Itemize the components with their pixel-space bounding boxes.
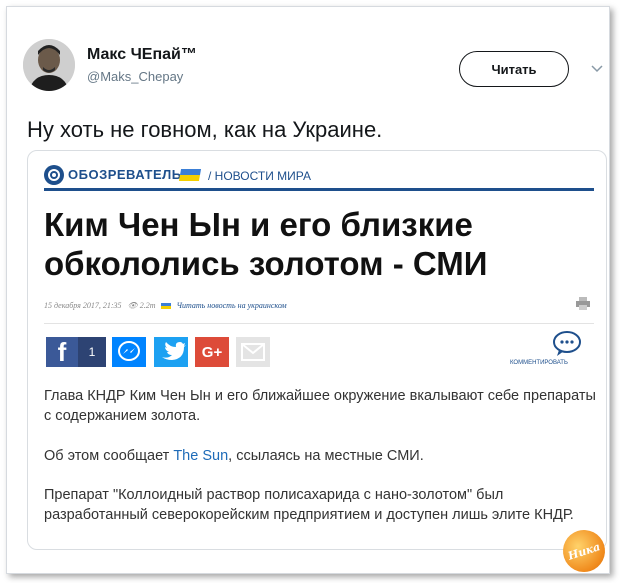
source-link: The Sun <box>173 448 229 464</box>
tweet-text: Ну хоть не говном, как на Украине. <box>27 117 383 142</box>
share-count: 1 <box>78 337 106 367</box>
display-name[interactable]: Макс ЧЕпай™ <box>87 46 197 64</box>
follow-button[interactable]: Читать <box>459 51 569 87</box>
print-icon <box>576 297 590 310</box>
messenger-share-button <box>112 337 146 367</box>
envelope-icon <box>241 343 265 361</box>
paragraph-text: , ссылаясь на местные СМИ. <box>228 448 424 464</box>
watermark-text: Ника <box>566 539 602 563</box>
google-plus-icon: G+ <box>201 343 223 361</box>
article-paragraph: Об этом сообщает The Sun, ссылаясь на ме… <box>44 446 599 466</box>
article-screenshot[interactable]: ОБОЗРЕВАТЕЛЬ / НОВОСТИ МИРА Ким Чен Ын и… <box>27 150 607 550</box>
article-date: 15 декабря 2017, 21:35 <box>44 301 122 310</box>
site-header: ОБОЗРЕВАТЕЛЬ / НОВОСТИ МИРА <box>44 165 594 191</box>
article-meta: 15 декабря 2017, 21:35 👁 2.2т Читать нов… <box>44 301 287 310</box>
comment-label: КОММЕНТИРОВАТЬ <box>510 360 568 366</box>
site-name: ОБОЗРЕВАТЕЛЬ <box>68 167 182 182</box>
avatar[interactable] <box>23 39 75 91</box>
comment-icon <box>552 331 582 357</box>
article-headline: Ким Чен Ын и его близкие обкололись золо… <box>44 206 488 282</box>
eye-icon: 👁 <box>123 301 138 310</box>
site-logo-icon <box>44 165 64 185</box>
email-share-button <box>236 337 270 367</box>
user-handle[interactable]: @Maks_Chepay <box>87 69 183 84</box>
tweet-card: Макс ЧЕпай™ @Maks_Chepay Читать Ну хоть … <box>6 6 611 578</box>
messenger-icon <box>118 341 140 361</box>
ukraine-flag-icon <box>178 169 202 181</box>
twitter-share-button <box>154 337 188 367</box>
ukraine-flag-icon <box>161 303 172 310</box>
paragraph-text: Об этом сообщает <box>44 448 174 464</box>
facebook-icon: f <box>57 336 67 367</box>
chevron-down-icon[interactable] <box>589 60 605 76</box>
article-paragraph: Глава КНДР Ким Чен Ын и его ближайшее ок… <box>44 388 596 424</box>
twitter-icon <box>162 342 186 360</box>
divider <box>44 323 594 324</box>
facebook-share-button: f 1 <box>46 337 106 367</box>
site-section: / НОВОСТИ МИРА <box>208 169 311 183</box>
read-in-ukrainian-link: Читать новость на украинском <box>176 301 287 310</box>
google-plus-share-button: G+ <box>195 337 229 367</box>
article-paragraph: Препарат "Коллоидный раствор полисахарид… <box>44 487 574 523</box>
article-views: 2.2т <box>139 301 156 310</box>
